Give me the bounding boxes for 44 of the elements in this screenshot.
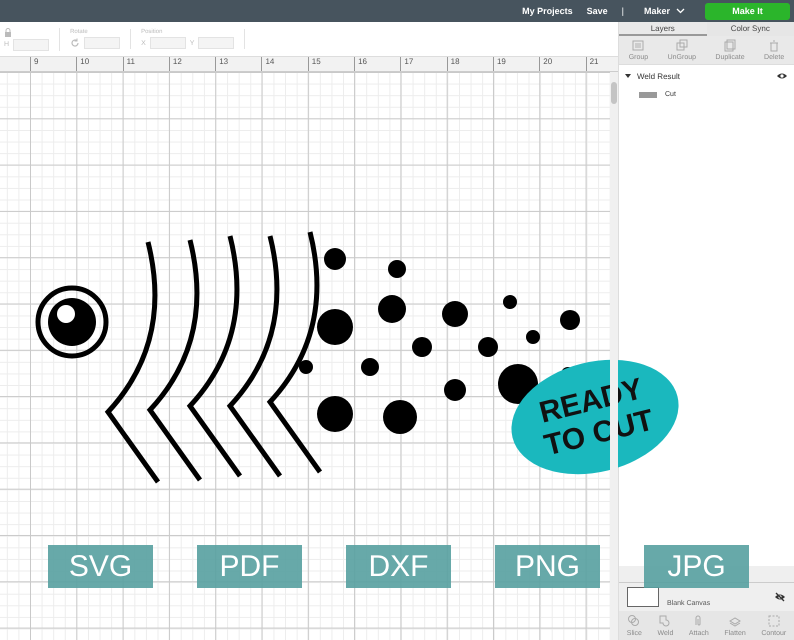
ruler-number: 18 (446, 57, 493, 71)
format-label: JPG (644, 545, 749, 588)
ruler-number: 16 (354, 57, 400, 71)
panel-tab[interactable]: Color Sync (706, 22, 794, 36)
scrollbar-thumb[interactable] (611, 82, 617, 104)
ruler-number: 17 (400, 57, 447, 71)
eye-icon[interactable] (776, 71, 788, 81)
ruler-number: 10 (76, 57, 123, 71)
format-label: PNG (495, 545, 600, 588)
lock-icon (4, 28, 12, 36)
group-icon (631, 39, 646, 52)
machine-dropdown[interactable]: Maker (638, 6, 691, 16)
nav-link[interactable]: Save (586, 6, 608, 16)
ruler-number: 12 (168, 57, 216, 71)
x-position-field[interactable] (150, 37, 186, 49)
hidden-eye-icon[interactable] (774, 592, 786, 602)
ruler-number: 13 (215, 57, 262, 71)
weld-icon (658, 614, 672, 628)
separator: | (622, 6, 624, 16)
y-position-field[interactable] (198, 37, 234, 49)
layer-thumbnail (639, 92, 657, 98)
height-field[interactable] (13, 38, 50, 50)
ungroup-icon (674, 39, 689, 52)
format-label: PDF (197, 545, 302, 588)
format-label: DXF (346, 545, 451, 588)
duplicate-icon (723, 39, 738, 52)
rotate-field[interactable] (84, 37, 120, 49)
panel-tab[interactable]: Layers (619, 22, 706, 36)
ruler-number: 15 (308, 57, 354, 71)
rotate-icon (70, 38, 80, 48)
ruler-number: 19 (492, 57, 540, 71)
make-it-button[interactable]: Make It (705, 2, 790, 20)
slice-icon (627, 614, 642, 628)
format-label: SVG (48, 545, 153, 588)
nav-link[interactable]: My Projects (522, 6, 573, 16)
ruler-number: 14 (261, 57, 308, 71)
ruler-number: 9 (30, 57, 76, 71)
canvas-thumbnail (627, 587, 659, 607)
contour-icon (766, 614, 781, 628)
ruler-number: 20 (539, 57, 586, 71)
caret-icon[interactable] (625, 73, 631, 79)
ruler-number: 11 (122, 57, 169, 71)
chevron-down-icon (676, 8, 685, 14)
layer-name[interactable]: Weld Result (637, 72, 770, 80)
